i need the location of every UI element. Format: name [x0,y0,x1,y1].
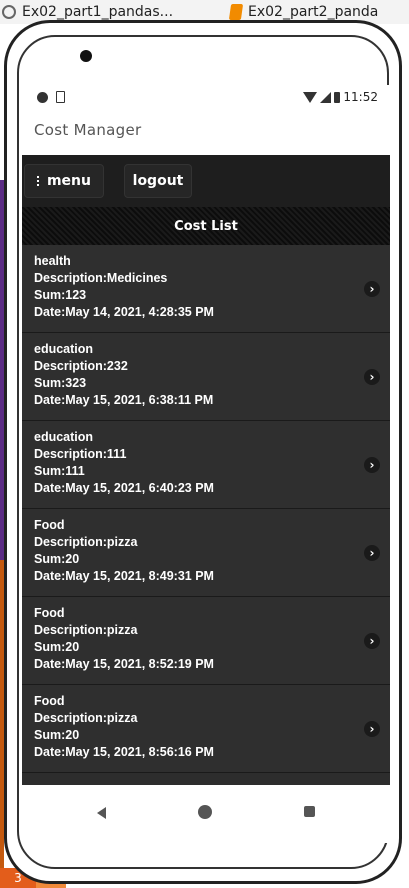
cost-category: education [34,342,94,356]
cost-description: Description:pizza [34,623,138,637]
page-header: Cost List [22,207,390,245]
cost-item-text: education Description:111 Sum:111 Date:M… [34,429,214,497]
phone-screen: 11:52 Cost Manager menu logout Cost List… [22,85,390,843]
cost-date: Date:May 15, 2021, 6:40:23 PM [34,481,214,495]
menu-button-label: menu [46,173,91,189]
cost-sum: Sum:111 [34,464,85,478]
battery-icon [334,91,341,103]
chevron-right-icon[interactable]: › [364,545,380,561]
cost-description: Description:111 [34,447,127,461]
browser-tab-2-label: Ex02_part2_panda [248,4,379,20]
cost-category: health [34,254,71,268]
book-icon [228,4,244,20]
chevron-right-icon[interactable]: › [364,633,380,649]
signal-icon [320,91,332,103]
recent-apps-icon[interactable] [304,806,315,817]
cost-date: Date:May 15, 2021, 8:52:19 PM [34,657,214,671]
cost-list-item[interactable]: Food Description:pizza Sum:20 Date:May 1… [22,685,390,773]
chevron-right-icon[interactable]: › [364,369,380,385]
cost-sum: Sum:123 [34,288,87,302]
page-title: Cost List [174,218,238,234]
cost-item-text: Food Description:pizza Sum:20 Date:May 1… [34,605,214,673]
browser-tab-2[interactable]: Ex02_part2_panda [228,2,379,22]
cost-item-text: education Description:232 Sum:323 Date:M… [34,341,213,409]
cost-list-item[interactable]: Food Description:pizza Sum:20 Date:May 1… [22,509,390,597]
cost-category: Food [34,518,65,532]
globe-icon [2,5,16,19]
cost-category: Food [34,694,65,708]
cost-description: Description:pizza [34,535,138,549]
cost-item-text: Food Description:pizza Sum:20 Date:May 1… [34,517,214,585]
chevron-right-icon[interactable]: › [364,281,380,297]
browser-tab-1[interactable]: Ex02_part1_pandas... [2,2,173,22]
status-time: 11:52 [343,90,378,104]
cost-date: Date:May 15, 2021, 8:56:16 PM [34,745,214,759]
app-title: Cost Manager [34,121,142,139]
cost-description: Description:232 [34,359,128,373]
cost-sum: Sum:20 [34,640,80,654]
cost-item-text: health Description:Medicines Sum:123 Dat… [34,253,214,321]
status-bar: 11:52 [22,85,390,111]
back-icon[interactable] [97,807,106,819]
cost-description: Description:Medicines [34,271,168,285]
cost-item-text: Food Description:pizza Sum:20 Date:May 1… [34,693,214,761]
camera-icon [80,50,92,62]
cost-list-item[interactable]: education Description:232 Sum:323 Date:M… [22,333,390,421]
menu-button[interactable]: menu [24,164,104,198]
cost-sum: Sum:20 [34,552,80,566]
cost-category: education [34,430,94,444]
app-content: menu logout Cost List health Description… [22,155,390,843]
cost-list-item[interactable]: health Description:Medicines Sum:123 Dat… [22,245,390,333]
sd-card-icon [56,91,65,103]
cost-sum: Sum:323 [34,376,87,390]
cost-description: Description:pizza [34,711,138,725]
cost-date: Date:May 15, 2021, 8:49:31 PM [34,569,214,583]
logout-button[interactable]: logout [124,164,192,198]
browser-tab-1-label: Ex02_part1_pandas... [22,4,174,20]
cost-sum: Sum:20 [34,728,80,742]
cost-date: Date:May 15, 2021, 6:38:11 PM [34,393,214,407]
cost-list: health Description:Medicines Sum:123 Dat… [22,245,390,773]
chevron-right-icon[interactable]: › [364,457,380,473]
cost-list-item[interactable]: Food Description:pizza Sum:20 Date:May 1… [22,597,390,685]
wifi-icon [303,91,318,103]
status-right-group: 11:52 [303,90,378,104]
chevron-right-icon[interactable]: › [364,721,380,737]
top-navigation: menu logout [22,155,390,207]
logout-button-label: logout [132,173,184,189]
cost-category: Food [34,606,65,620]
cost-date: Date:May 14, 2021, 4:28:35 PM [34,305,214,319]
home-icon[interactable] [198,805,212,819]
cost-list-item[interactable]: education Description:111 Sum:111 Date:M… [22,421,390,509]
notification-dot-icon [37,92,48,103]
android-nav-bar [22,785,390,843]
hamburger-icon [37,176,39,186]
